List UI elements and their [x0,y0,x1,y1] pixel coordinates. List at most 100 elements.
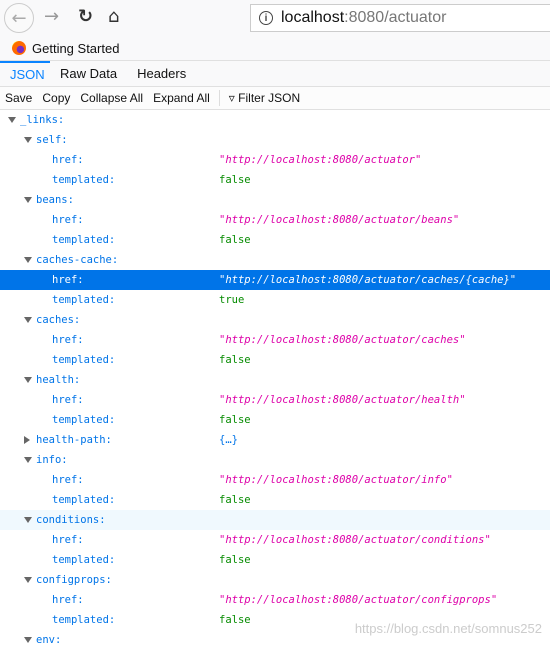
row-value: false [219,174,251,186]
row-key: templated: [52,354,116,366]
tree-row[interactable]: templated: false [0,550,550,570]
row-value: {…} [219,434,238,446]
row-key: templated: [52,414,116,426]
row-value: "http://localhost:8080/actuator/caches/{… [219,274,517,286]
caret-down-icon[interactable] [24,317,32,323]
tree-row[interactable]: health: [0,370,550,390]
tree-row[interactable]: info: [0,450,550,470]
row-key: caches: [36,314,81,326]
caret-down-icon[interactable] [24,457,32,463]
info-icon[interactable]: i [259,11,273,25]
row-value: true [219,294,245,306]
row-value: false [219,554,251,566]
row-key: _links: [20,114,65,126]
row-key: health-path: [36,434,112,446]
tree-row[interactable]: href: "http://localhost:8080/actuator/con… [0,590,550,610]
row-value: "http://localhost:8080/actuator/info" [219,474,453,486]
tree-row[interactable]: href: "http://localhost:8080/actuator/con… [0,530,550,550]
navigation-bar: ← → ↻ ⌂ i localhost:8080/actuator [0,0,550,36]
row-key: conditions: [36,514,106,526]
caret-down-icon[interactable] [24,197,32,203]
tree-row[interactable]: configprops: [0,570,550,590]
row-key: templated: [52,234,116,246]
row-value: false [219,354,251,366]
row-key: href: [52,154,84,166]
row-key: href: [52,474,84,486]
row-key: env: [36,634,62,646]
filter-json-input[interactable]: ▿ Filter JSON [224,91,305,105]
tree-row[interactable]: templated: false [0,230,550,250]
url-bar[interactable]: i localhost:8080/actuator [250,4,550,32]
arrow-left-icon: ← [11,7,27,29]
tree-row[interactable]: href: "http://localhost:8080/actuator/cac… [0,330,550,350]
row-key: self: [36,134,68,146]
tree-row[interactable]: href: "http://localhost:8080/actuator/inf… [0,470,550,490]
expand-all-button[interactable]: Expand All [148,91,215,105]
caret-down-icon[interactable] [8,117,16,123]
reload-button[interactable]: ↻ [78,6,93,27]
tree-row[interactable]: href: "http://localhost:8080/actuator" [0,150,550,170]
row-value: false [219,614,251,626]
tree-row[interactable]: beans: [0,190,550,210]
bookmarks-bar: Getting Started [0,36,550,61]
save-button[interactable]: Save [0,91,37,105]
back-button[interactable]: ← [4,3,34,33]
caret-down-icon[interactable] [24,137,32,143]
tree-row[interactable]: caches: [0,310,550,330]
tree-row[interactable]: _links: [0,110,550,130]
caret-down-icon[interactable] [24,377,32,383]
row-value: "http://localhost:8080/actuator/conditio… [219,534,491,546]
tree-row[interactable]: href: "http://localhost:8080/actuator/hea… [0,390,550,410]
caret-right-icon[interactable] [24,436,30,444]
filter-icon: ▿ [228,91,235,105]
caret-down-icon[interactable] [24,257,32,263]
tree-row[interactable]: href: "http://localhost:8080/actuator/bea… [0,210,550,230]
row-key: href: [52,274,84,286]
tree-row[interactable]: conditions: [0,510,550,530]
forward-button[interactable]: → [44,6,59,27]
tree-row[interactable]: templated: false [0,410,550,430]
tree-row[interactable]: self: [0,130,550,150]
row-value: "http://localhost:8080/actuator/configpr… [219,594,498,606]
divider [218,90,220,106]
row-value: "http://localhost:8080/actuator" [219,154,422,166]
viewer-tabs: JSON Raw Data Headers [0,61,550,87]
watermark: https://blog.csdn.net/somnus252 [354,621,542,636]
tree-row[interactable]: health-path: {…} [0,430,550,450]
row-key: href: [52,534,84,546]
caret-down-icon[interactable] [24,517,32,523]
row-key: info: [36,454,68,466]
tree-row[interactable]: templated: true [0,290,550,310]
tree-row[interactable]: templated: false [0,490,550,510]
row-value: false [219,234,251,246]
row-key: health: [36,374,81,386]
json-toolbar: Save Copy Collapse All Expand All ▿ Filt… [0,87,550,110]
row-value: "http://localhost:8080/actuator/beans" [219,214,460,226]
caret-down-icon[interactable] [24,637,32,643]
bookmark-getting-started[interactable]: Getting Started [32,41,119,56]
row-value: "http://localhost:8080/actuator/caches" [219,334,466,346]
url-path: :8080/actuator [344,9,447,26]
tab-raw-data[interactable]: Raw Data [50,61,127,86]
row-key: templated: [52,494,116,506]
row-key: href: [52,594,84,606]
row-value: "http://localhost:8080/actuator/health" [219,394,466,406]
row-key: configprops: [36,574,112,586]
tree-row[interactable]: templated: false [0,170,550,190]
caret-down-icon[interactable] [24,577,32,583]
row-key: templated: [52,554,116,566]
copy-button[interactable]: Copy [37,91,75,105]
tab-headers[interactable]: Headers [127,61,196,86]
row-key: href: [52,394,84,406]
tree-row[interactable]: href: "http://localhost:8080/actuator/cac… [0,270,550,290]
url-host: localhost [281,9,345,26]
row-key: templated: [52,294,116,306]
collapse-all-button[interactable]: Collapse All [75,91,148,105]
row-key: beans: [36,194,74,206]
tab-json[interactable]: JSON [0,61,50,86]
firefox-icon [12,41,26,55]
row-key: href: [52,334,84,346]
tree-row[interactable]: templated: false [0,350,550,370]
tree-row[interactable]: caches-cache: [0,250,550,270]
home-button[interactable]: ⌂ [108,6,119,27]
